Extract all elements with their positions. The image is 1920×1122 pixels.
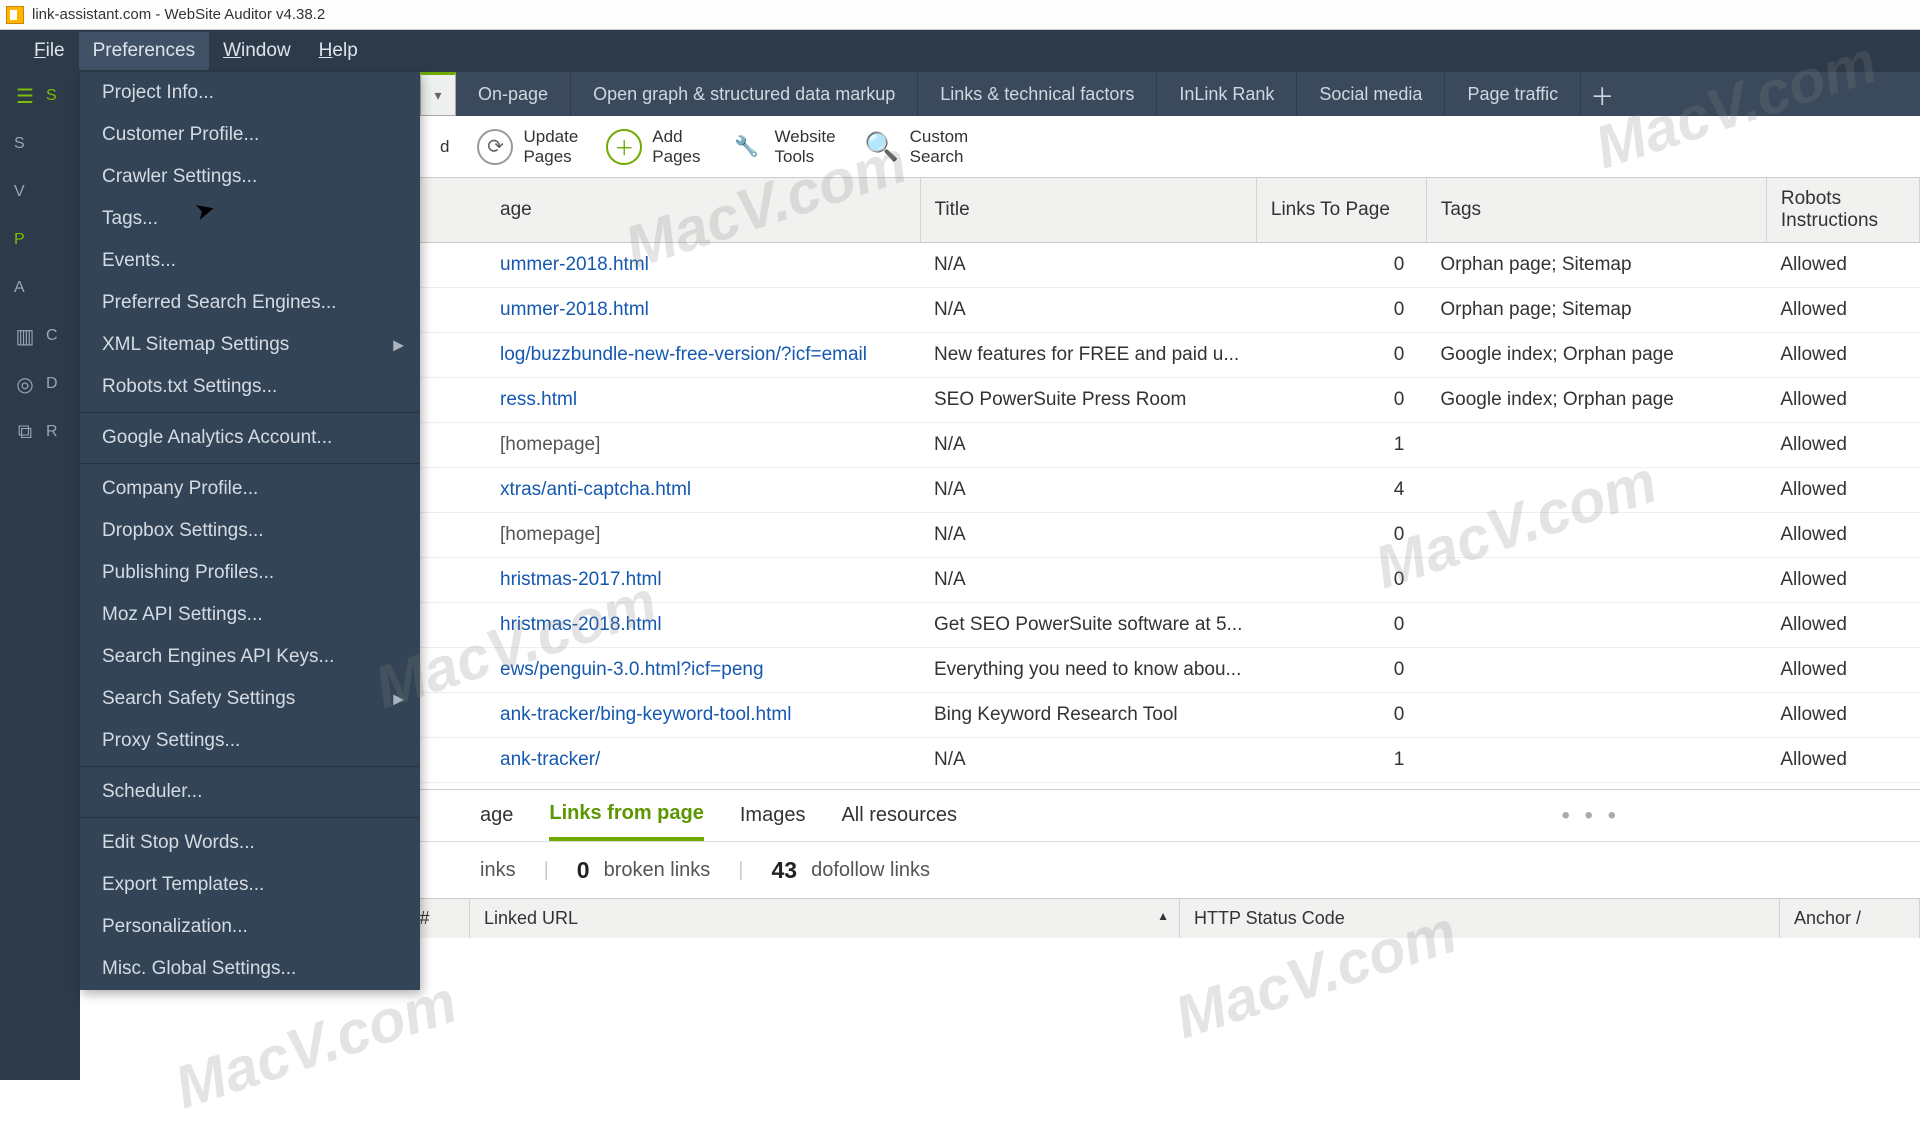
sidebar-item-7[interactable]: ◎D bbox=[0, 360, 80, 408]
top-tab[interactable]: InLink Rank bbox=[1157, 72, 1297, 116]
menubar: File Preferences Window Help bbox=[0, 30, 1920, 72]
separator bbox=[80, 766, 420, 767]
page-link[interactable]: ummer-2018.html bbox=[500, 254, 649, 275]
dofollow-label: dofollow links bbox=[811, 859, 930, 882]
col-title[interactable]: Title bbox=[920, 178, 1256, 243]
dropdown-item[interactable]: Google Analytics Account... bbox=[80, 417, 420, 459]
dropdown-item[interactable]: Robots.txt Settings... bbox=[80, 366, 420, 408]
col-linked-url[interactable]: Linked URL▲ bbox=[470, 899, 1180, 938]
sidebar-item-3[interactable]: V bbox=[0, 168, 80, 216]
menu-help[interactable]: Help bbox=[305, 32, 372, 70]
page-link[interactable]: ews/penguin-3.0.html?icf=peng bbox=[500, 659, 764, 680]
dropdown-item[interactable]: Personalization... bbox=[80, 906, 420, 948]
sidebar-item-4[interactable]: P bbox=[0, 216, 80, 264]
detail-tab-images[interactable]: Images bbox=[740, 792, 806, 839]
sort-asc-icon: ▲ bbox=[1157, 909, 1169, 923]
dropdown-item[interactable]: Misc. Global Settings... bbox=[80, 948, 420, 990]
detail-tab-page[interactable]: age bbox=[480, 792, 513, 839]
add-tab-button[interactable]: ＋ bbox=[1581, 72, 1623, 116]
wrench-icon: 🔧 bbox=[729, 129, 765, 165]
copy-icon: ⧉ bbox=[14, 421, 36, 443]
more-icon[interactable]: • • • bbox=[1561, 802, 1620, 830]
col-http-status[interactable]: HTTP Status Code bbox=[1180, 899, 1780, 938]
dropdown-item[interactable]: Preferred Search Engines... bbox=[80, 282, 420, 324]
dropdown-item[interactable]: XML Sitemap Settings▶ bbox=[80, 324, 420, 366]
top-tab[interactable]: Page traffic bbox=[1445, 72, 1581, 116]
chart-icon: ▥ bbox=[14, 325, 36, 347]
dropdown-item[interactable]: Crawler Settings... bbox=[80, 156, 420, 198]
page-link[interactable]: hristmas-2018.html bbox=[500, 614, 662, 635]
menu-file[interactable]: File bbox=[20, 32, 79, 70]
dropdown-item[interactable]: Proxy Settings... bbox=[80, 720, 420, 762]
add-pages-button[interactable]: ＋ Add Pages bbox=[606, 127, 700, 166]
detail-tab-all-resources[interactable]: All resources bbox=[841, 792, 957, 839]
top-tab[interactable]: Social media bbox=[1297, 72, 1445, 116]
dropdown-item[interactable]: Project Info... bbox=[80, 72, 420, 114]
dropdown-item[interactable]: Dropbox Settings... bbox=[80, 510, 420, 552]
preferences-dropdown: Project Info...Customer Profile...Crawle… bbox=[80, 72, 420, 990]
dropdown-item[interactable]: Search Engines API Keys... bbox=[80, 636, 420, 678]
page-link[interactable]: log/buzzbundle-new-free-version/?icf=ema… bbox=[500, 344, 867, 365]
detail-tab-links-from-page[interactable]: Links from page bbox=[549, 790, 703, 841]
dropdown-item[interactable]: Tags... bbox=[80, 198, 420, 240]
col-anchor[interactable]: Anchor / bbox=[1780, 899, 1920, 938]
sidebar-item-8[interactable]: ⧉R bbox=[0, 408, 80, 456]
window-title: link-assistant.com - WebSite Auditor v4.… bbox=[32, 6, 325, 23]
page-link[interactable]: hristmas-2017.html bbox=[500, 569, 662, 590]
refresh-icon: ⟳ bbox=[477, 129, 513, 165]
dropdown-item[interactable]: Export Templates... bbox=[80, 864, 420, 906]
sidebar-item-1[interactable]: ☰S bbox=[0, 72, 80, 120]
broken-count: 0 bbox=[577, 857, 590, 884]
links-fragment: inks bbox=[480, 859, 516, 882]
website-tools-button[interactable]: 🔧 Website Tools bbox=[729, 127, 836, 166]
dropdown-item[interactable]: Company Profile... bbox=[80, 468, 420, 510]
chevron-right-icon: ▶ bbox=[393, 337, 404, 354]
sidebar-item-5[interactable]: A bbox=[0, 264, 80, 312]
col-links[interactable]: Links To Page bbox=[1256, 178, 1426, 243]
toolbar-text-fragment: d bbox=[440, 137, 449, 157]
page-link[interactable]: ummer-2018.html bbox=[500, 299, 649, 320]
page-link[interactable]: ress.html bbox=[500, 389, 577, 410]
app-icon bbox=[6, 6, 24, 24]
dropdown-item[interactable]: Moz API Settings... bbox=[80, 594, 420, 636]
dropdown-item[interactable]: Scheduler... bbox=[80, 771, 420, 813]
dropdown-item[interactable]: Edit Stop Words... bbox=[80, 822, 420, 864]
col-tags[interactable]: Tags bbox=[1426, 178, 1766, 243]
titlebar: link-assistant.com - WebSite Auditor v4.… bbox=[0, 0, 1920, 30]
top-tab[interactable]: On-page bbox=[456, 72, 571, 116]
search-icon: 🔍 bbox=[864, 129, 900, 165]
dropdown-item[interactable]: Customer Profile... bbox=[80, 114, 420, 156]
dropdown-item[interactable]: Search Safety Settings▶ bbox=[80, 678, 420, 720]
sidebar-item-6[interactable]: ▥C bbox=[0, 312, 80, 360]
dropdown-item[interactable]: Publishing Profiles... bbox=[80, 552, 420, 594]
page-link[interactable]: ank-tracker/ bbox=[500, 749, 600, 770]
separator bbox=[80, 463, 420, 464]
left-sidebar: ☰S S V P A ▥C ◎D ⧉R bbox=[0, 72, 80, 1080]
page-link[interactable]: ank-tracker/bing-keyword-tool.html bbox=[500, 704, 791, 725]
broken-label: broken links bbox=[604, 859, 711, 882]
sidebar-item-2[interactable]: S bbox=[0, 120, 80, 168]
page-link[interactable]: xtras/anti-captcha.html bbox=[500, 479, 691, 500]
bars-icon: ☰ bbox=[14, 85, 36, 107]
plus-icon: ＋ bbox=[606, 129, 642, 165]
separator bbox=[80, 412, 420, 413]
custom-search-button[interactable]: 🔍 Custom Search bbox=[864, 127, 969, 166]
target-icon: ◎ bbox=[14, 373, 36, 395]
menu-window[interactable]: Window bbox=[209, 32, 305, 70]
top-tab[interactable]: Links & technical factors bbox=[918, 72, 1157, 116]
tab-dropdown-toggle[interactable]: ▾ bbox=[420, 72, 456, 116]
dropdown-item[interactable]: Events... bbox=[80, 240, 420, 282]
separator bbox=[80, 817, 420, 818]
dofollow-count: 43 bbox=[772, 857, 798, 884]
col-robots[interactable]: Robots Instructions bbox=[1766, 178, 1919, 243]
chevron-right-icon: ▶ bbox=[393, 691, 404, 708]
update-pages-button[interactable]: ⟳ Update Pages bbox=[477, 127, 578, 166]
menu-preferences[interactable]: Preferences bbox=[79, 32, 209, 70]
top-tab[interactable]: Open graph & structured data markup bbox=[571, 72, 918, 116]
